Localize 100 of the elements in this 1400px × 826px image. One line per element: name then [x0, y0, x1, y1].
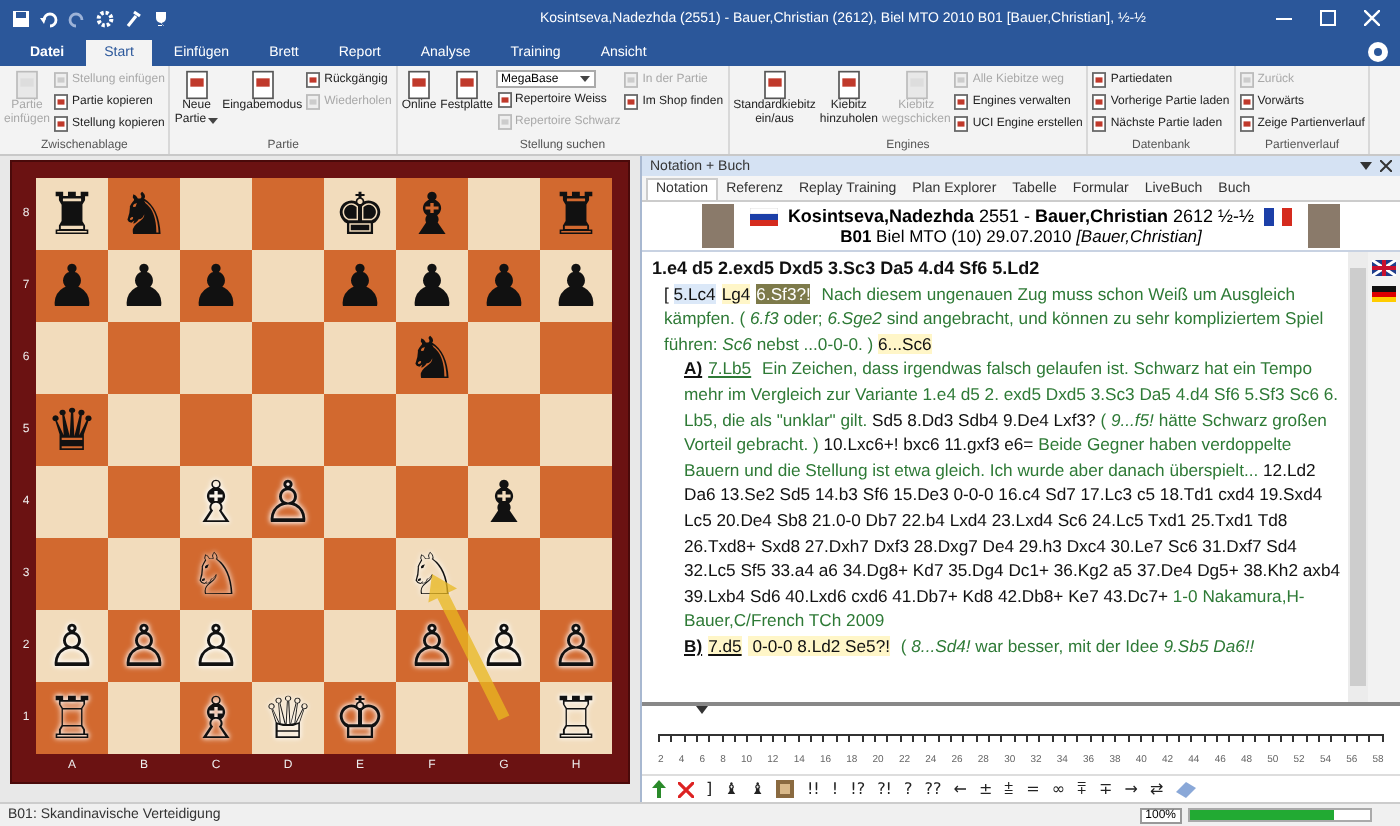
chess-piece[interactable]: ♟: [478, 257, 530, 315]
board-square[interactable]: [36, 538, 108, 610]
board-square[interactable]: ♜: [36, 178, 108, 250]
flag-icon[interactable]: [1372, 260, 1396, 276]
chess-piece[interactable]: ♙: [118, 617, 170, 675]
arrow-up-icon[interactable]: [652, 780, 666, 798]
chess-piece[interactable]: ♟: [334, 257, 386, 315]
annotation-button[interactable]: ∞: [1051, 780, 1066, 798]
board-square[interactable]: [180, 178, 252, 250]
board-square[interactable]: [468, 682, 540, 754]
annotation-button[interactable]: ⩱: [1077, 779, 1088, 799]
board-square[interactable]: ♟: [468, 250, 540, 322]
board-square[interactable]: [180, 322, 252, 394]
chess-piece[interactable]: ♘: [406, 545, 458, 603]
chess-piece[interactable]: ♗: [190, 473, 242, 531]
board-square[interactable]: ♙: [468, 610, 540, 682]
board-square[interactable]: [468, 394, 540, 466]
chess-piece[interactable]: ♜: [550, 185, 602, 243]
board-square[interactable]: ♞: [108, 178, 180, 250]
board-square[interactable]: [324, 394, 396, 466]
board-square[interactable]: [108, 322, 180, 394]
annotation-button[interactable]: !!: [806, 780, 820, 798]
chess-piece[interactable]: ♖: [46, 689, 98, 747]
board-square[interactable]: [252, 250, 324, 322]
board-square[interactable]: ♞: [396, 322, 468, 394]
annotation-button[interactable]: !?: [850, 780, 866, 798]
chess-piece[interactable]: ♝: [478, 473, 530, 531]
board-square[interactable]: ♛: [36, 394, 108, 466]
board-square[interactable]: ♙: [180, 610, 252, 682]
chess-piece[interactable]: ♙: [262, 473, 314, 531]
board-square[interactable]: [324, 538, 396, 610]
chess-piece[interactable]: ♟: [118, 257, 170, 315]
chess-piece[interactable]: ♟: [550, 257, 602, 315]
board-square[interactable]: [252, 394, 324, 466]
undo-icon[interactable]: [40, 9, 58, 27]
annotation-button[interactable]: ]: [706, 780, 713, 798]
board-square[interactable]: [540, 466, 612, 538]
board-square[interactable]: ♟: [180, 250, 252, 322]
chess-piece[interactable]: ♞: [118, 185, 170, 243]
annotation-button[interactable]: ⇄: [1149, 780, 1164, 798]
board-square[interactable]: ♗: [180, 682, 252, 754]
picture-icon[interactable]: [776, 780, 795, 798]
board-square[interactable]: ♔: [324, 682, 396, 754]
chess-piece[interactable]: ♙: [406, 617, 458, 675]
board-square[interactable]: ♟: [396, 250, 468, 322]
board-square[interactable]: ♕: [252, 682, 324, 754]
board-square[interactable]: ♝: [396, 178, 468, 250]
maximize-icon[interactable]: [1320, 10, 1336, 26]
chess-piece[interactable]: ♘: [190, 545, 242, 603]
board-square[interactable]: [324, 322, 396, 394]
board-square[interactable]: ♟: [324, 250, 396, 322]
board-square[interactable]: [468, 538, 540, 610]
board-square[interactable]: [108, 466, 180, 538]
board-square[interactable]: [108, 682, 180, 754]
board-square[interactable]: ♙: [252, 466, 324, 538]
board-square[interactable]: ♖: [540, 682, 612, 754]
cross-icon[interactable]: [678, 781, 694, 797]
board-square[interactable]: [36, 322, 108, 394]
board-square[interactable]: ♙: [396, 610, 468, 682]
board-square[interactable]: [540, 322, 612, 394]
board-square[interactable]: ♙: [36, 610, 108, 682]
flag-icon[interactable]: [1372, 286, 1396, 302]
board-square[interactable]: [396, 466, 468, 538]
chess-piece[interactable]: ♖: [550, 689, 602, 747]
chess-piece[interactable]: ♗: [190, 689, 242, 747]
scrollbar[interactable]: [1348, 252, 1368, 702]
board-square[interactable]: [108, 538, 180, 610]
board-square[interactable]: [36, 466, 108, 538]
board-square[interactable]: ♘: [180, 538, 252, 610]
board-square[interactable]: [468, 322, 540, 394]
board-square[interactable]: ♝: [468, 466, 540, 538]
board-square[interactable]: [108, 394, 180, 466]
chess-piece[interactable]: ♔: [334, 689, 386, 747]
trophy-icon[interactable]: [152, 9, 170, 27]
annotation-button[interactable]: ∓: [1099, 780, 1113, 798]
board-square[interactable]: ♟: [108, 250, 180, 322]
annotation-button[interactable]: !: [831, 780, 839, 798]
annotation-button[interactable]: →: [1124, 780, 1138, 798]
annotation-button[interactable]: ←: [953, 780, 967, 798]
board-square[interactable]: ♟: [540, 250, 612, 322]
gear-icon[interactable]: [96, 9, 114, 27]
board-square[interactable]: ♙: [540, 610, 612, 682]
chess-piece[interactable]: ♜: [46, 185, 98, 243]
board-square[interactable]: [540, 538, 612, 610]
chess-piece[interactable]: ♙: [478, 617, 530, 675]
eraser-icon[interactable]: [1175, 781, 1196, 797]
annotation-button[interactable]: ?!: [877, 780, 893, 798]
board-square[interactable]: [468, 178, 540, 250]
annotation-button[interactable]: =: [1026, 780, 1040, 798]
board-square[interactable]: [180, 394, 252, 466]
chess-piece[interactable]: ♛: [46, 401, 98, 459]
board-square[interactable]: [252, 322, 324, 394]
board-square[interactable]: ♚: [324, 178, 396, 250]
annotation-button[interactable]: ±: [978, 780, 993, 798]
chess-piece[interactable]: ♟: [190, 257, 242, 315]
chess-piece[interactable]: ♟: [46, 257, 98, 315]
board-square[interactable]: [324, 466, 396, 538]
board-square[interactable]: ♖: [36, 682, 108, 754]
board-square[interactable]: ♟: [36, 250, 108, 322]
chess-piece[interactable]: ♚: [334, 185, 386, 243]
